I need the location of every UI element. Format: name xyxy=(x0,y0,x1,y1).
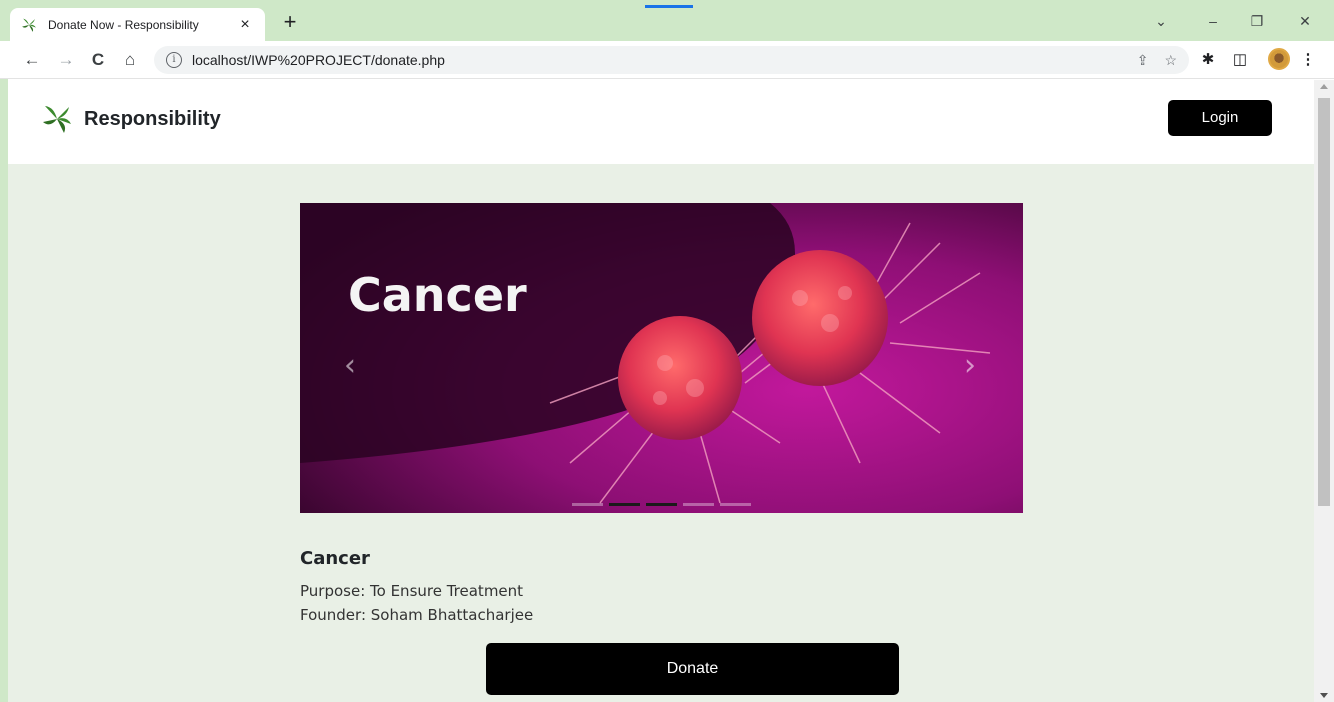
window-left-edge xyxy=(0,0,8,702)
brand[interactable]: Responsibility xyxy=(40,102,221,136)
brand-name: Responsibility xyxy=(84,107,221,130)
carousel-indicators xyxy=(572,503,751,506)
carousel-prev-icon[interactable]: ‹ xyxy=(340,351,360,385)
forward-arrow-icon[interactable]: → xyxy=(54,48,78,72)
bookmark-star-icon[interactable]: ☆ xyxy=(1164,52,1177,69)
cause-title: Cancer xyxy=(300,548,370,569)
profile-avatar[interactable] xyxy=(1268,48,1290,70)
tab-close-icon[interactable]: × xyxy=(235,16,255,34)
restore-icon[interactable]: ❐ xyxy=(1242,8,1272,34)
tab-title: Donate Now - Responsibility xyxy=(48,17,199,32)
extensions-puzzle-icon[interactable]: ✱ xyxy=(1196,48,1220,72)
donate-button[interactable]: Donate xyxy=(486,643,899,695)
share-icon[interactable]: ⇪ xyxy=(1137,52,1149,69)
close-window-icon[interactable]: ✕ xyxy=(1290,8,1320,34)
donate-content: Cancer ‹ › Cancer Purpose: To Ensure Tre… xyxy=(8,164,1314,702)
address-bar[interactable]: i localhost/IWP%20PROJECT/donate.php ⇪ ☆ xyxy=(154,46,1189,74)
scroll-down-icon[interactable] xyxy=(1320,693,1328,698)
carousel-indicator[interactable] xyxy=(646,503,677,506)
side-panel-icon[interactable]: ◫ xyxy=(1228,48,1252,72)
carousel-indicator[interactable] xyxy=(572,503,603,506)
browser-menu-icon[interactable]: ⋮ xyxy=(1296,48,1320,72)
cause-carousel[interactable]: Cancer ‹ › xyxy=(300,203,1023,513)
url-text: localhost/IWP%20PROJECT/donate.php xyxy=(192,52,445,68)
reload-icon[interactable]: C xyxy=(86,48,110,72)
page-scrollbar[interactable] xyxy=(1314,80,1334,702)
leaf-logo-icon xyxy=(43,106,71,133)
browser-toolbar: ← → C ⌂ i localhost/IWP%20PROJECT/donate… xyxy=(0,41,1334,79)
carousel-slide-image: Cancer xyxy=(300,203,1023,513)
back-arrow-icon[interactable]: ← xyxy=(20,48,44,72)
scroll-up-icon[interactable] xyxy=(1320,84,1328,89)
leaf-logo-icon xyxy=(22,18,36,32)
tab-search-indicator xyxy=(645,5,693,8)
new-tab-button[interactable]: + xyxy=(277,10,303,36)
cause-founder: Founder: Soham Bhattacharjee xyxy=(300,606,534,624)
carousel-next-icon[interactable]: › xyxy=(960,351,980,385)
tab-search-chevron-icon[interactable]: ⌄ xyxy=(1146,8,1176,34)
page-viewport: Responsibility Login Cancer ‹ › Cancer P… xyxy=(8,80,1314,702)
carousel-indicator[interactable] xyxy=(720,503,751,506)
carousel-indicator[interactable] xyxy=(683,503,714,506)
site-header: Responsibility Login xyxy=(8,80,1314,164)
scrollbar-thumb[interactable] xyxy=(1318,98,1330,506)
login-button[interactable]: Login xyxy=(1168,100,1272,136)
browser-tabstrip: Donate Now - Responsibility × + ⌄ – ❐ ✕ xyxy=(0,0,1334,41)
home-icon[interactable]: ⌂ xyxy=(118,48,142,72)
carousel-indicator[interactable] xyxy=(609,503,640,506)
minimize-icon[interactable]: – xyxy=(1198,8,1228,34)
cause-purpose: Purpose: To Ensure Treatment xyxy=(300,582,524,600)
carousel-caption: Cancer xyxy=(348,268,527,322)
browser-tab[interactable]: Donate Now - Responsibility × xyxy=(10,8,265,41)
site-info-icon[interactable]: i xyxy=(166,52,182,68)
